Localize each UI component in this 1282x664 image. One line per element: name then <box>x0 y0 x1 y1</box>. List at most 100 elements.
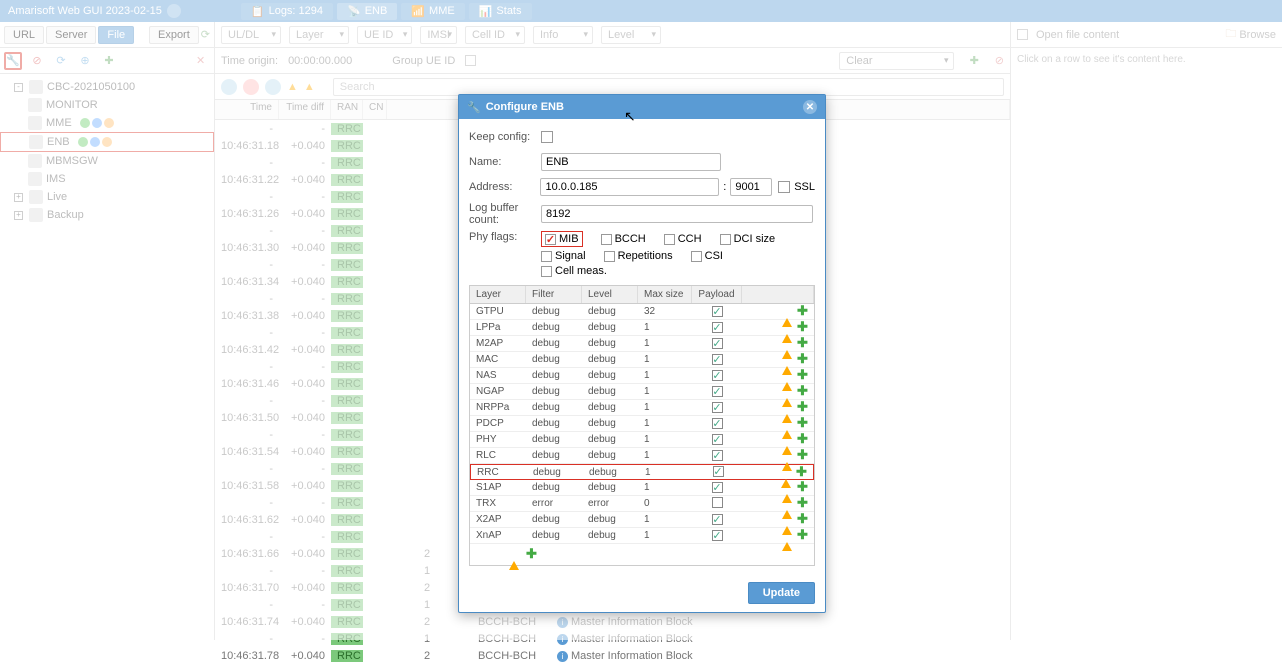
export-button[interactable]: Export <box>149 26 199 44</box>
minus-icon[interactable] <box>767 386 778 397</box>
plus-icon[interactable]: ✚ <box>797 386 808 397</box>
checkbox-icon[interactable] <box>720 234 731 245</box>
stop-icon[interactable]: ⊘ <box>28 52 46 70</box>
ssl-checkbox[interactable] <box>778 181 790 193</box>
payload-checkbox[interactable]: ✓ <box>712 386 723 397</box>
minus-icon[interactable] <box>767 370 778 381</box>
cellid-filter[interactable]: Cell ID <box>465 26 525 44</box>
checkbox-icon[interactable] <box>691 251 702 262</box>
col-ran[interactable]: RAN <box>331 100 363 119</box>
plus-icon[interactable]: ✚ <box>797 498 808 509</box>
header-tab[interactable]: 📶MME <box>401 3 464 20</box>
payload-checkbox[interactable]: ✓ <box>712 402 723 413</box>
warn-icon[interactable] <box>782 498 793 509</box>
warn-icon[interactable] <box>782 434 793 445</box>
edit-icon[interactable] <box>752 418 763 429</box>
plus-icon[interactable]: ✚ <box>797 306 808 317</box>
edit-icon[interactable] <box>752 386 763 397</box>
dialog-close-icon[interactable]: ✕ <box>803 100 817 114</box>
payload-checkbox[interactable]: ✓ <box>712 434 723 445</box>
checkbox-icon[interactable]: ✓ <box>545 234 556 245</box>
add-icon[interactable]: ✚ <box>970 54 979 67</box>
clear-icon[interactable]: ⊘ <box>995 54 1004 67</box>
dialog-header[interactable]: 🔧 Configure ENB ✕ <box>459 95 825 119</box>
expand-icon[interactable]: - <box>14 83 23 92</box>
payload-checkbox[interactable]: ✓ <box>712 370 723 381</box>
warn-icon[interactable] <box>782 354 793 365</box>
info-filter[interactable]: Info <box>533 26 593 44</box>
col-payload[interactable]: Payload <box>692 286 742 303</box>
header-tab[interactable]: 📋Logs: 1294 <box>241 3 333 20</box>
phy-flag-dcisize[interactable]: DCI size <box>720 233 776 245</box>
col-level[interactable]: Level <box>582 286 638 303</box>
warn-icon[interactable] <box>782 530 793 541</box>
payload-checkbox[interactable]: ✓ <box>712 450 723 461</box>
plus-icon[interactable]: ✚ <box>797 482 808 493</box>
col-filter[interactable]: Filter <box>526 286 582 303</box>
plus-icon[interactable]: ✚ <box>797 402 808 413</box>
warn-icon[interactable] <box>782 322 793 333</box>
warn-icon[interactable] <box>782 306 793 317</box>
search-input[interactable]: Search <box>333 78 1004 96</box>
port-input[interactable] <box>730 178 772 196</box>
layer-row[interactable]: XnAPdebugdebug1✓✚ <box>470 528 814 544</box>
minus-icon[interactable] <box>767 402 778 413</box>
expand-icon[interactable]: + <box>14 193 23 202</box>
log-row[interactable]: 10:46:31.749+0.040RRC2BCCH-BCHiMaster In… <box>215 613 1010 630</box>
warn-icon[interactable] <box>782 450 793 461</box>
warn-icon[interactable] <box>782 514 793 525</box>
edit-icon[interactable] <box>752 306 763 317</box>
edit-icon[interactable] <box>752 450 763 461</box>
footer-plus-icon[interactable]: ✚ <box>526 549 537 560</box>
tree-item[interactable]: ENB <box>0 132 214 152</box>
minus-icon[interactable] <box>767 498 778 509</box>
tree-item[interactable]: MONITOR <box>0 96 214 114</box>
checkbox-icon[interactable] <box>664 234 675 245</box>
warn-icon[interactable] <box>782 338 793 349</box>
warn-icon[interactable] <box>782 386 793 397</box>
plus-icon[interactable]: ✚ <box>796 467 807 478</box>
warning-nav-icon[interactable]: ▲ <box>287 81 298 93</box>
layer-row[interactable]: S1APdebugdebug1✓✚ <box>470 480 814 496</box>
layer-row[interactable]: NASdebugdebug1✓✚ <box>470 368 814 384</box>
edit-icon[interactable] <box>752 402 763 413</box>
minus-icon[interactable] <box>767 530 778 541</box>
checkbox-icon[interactable] <box>541 251 552 262</box>
col-max[interactable]: Max size <box>638 286 692 303</box>
warn-icon[interactable] <box>782 418 793 429</box>
minus-icon[interactable] <box>767 450 778 461</box>
layer-row[interactable]: GTPUdebugdebug32✓✚ <box>470 304 814 320</box>
edit-icon[interactable] <box>752 514 763 525</box>
header-tab[interactable]: 📊Stats <box>469 3 532 20</box>
phy-flag-signal[interactable]: Signal <box>541 250 586 262</box>
plus-icon[interactable]: ✚ <box>100 52 118 70</box>
nav-next-icon[interactable] <box>265 79 281 95</box>
footer-edit-icon[interactable] <box>475 549 486 560</box>
payload-checkbox[interactable]: ✓ <box>712 418 723 429</box>
edit-icon[interactable] <box>752 482 763 493</box>
name-input[interactable] <box>541 153 721 171</box>
warning2-nav-icon[interactable]: ▲ <box>304 81 315 93</box>
edit-icon[interactable] <box>751 467 762 478</box>
minus-icon[interactable] <box>767 434 778 445</box>
minus-icon[interactable] <box>766 467 777 478</box>
layer-row[interactable]: PHYdebugdebug1✓✚ <box>470 432 814 448</box>
ueid-filter[interactable]: UE ID <box>357 26 412 44</box>
layer-row[interactable]: NRPPadebugdebug1✓✚ <box>470 400 814 416</box>
header-tab[interactable]: 📡ENB <box>337 3 397 20</box>
nav-first-icon[interactable] <box>221 79 237 95</box>
minus-icon[interactable] <box>767 354 778 365</box>
phy-flag-bcch[interactable]: BCCH <box>601 233 646 245</box>
log-row[interactable]: --RRC1BCCH-BCHiMaster Information Block <box>215 630 1010 647</box>
payload-checkbox[interactable]: ✓ <box>712 306 723 317</box>
checkbox-icon[interactable] <box>604 251 615 262</box>
edit-icon[interactable] <box>752 370 763 381</box>
layer-row[interactable]: MACdebugdebug1✓✚ <box>470 352 814 368</box>
layer-row[interactable]: X2APdebugdebug1✓✚ <box>470 512 814 528</box>
plus-icon[interactable]: ✚ <box>797 338 808 349</box>
payload-checkbox[interactable]: ✓ <box>712 322 723 333</box>
plus-icon[interactable]: ✚ <box>797 322 808 333</box>
tree-item[interactable]: IMS <box>0 170 214 188</box>
tree-item[interactable]: MBMSGW <box>0 152 214 170</box>
clear-combo[interactable]: Clear <box>839 52 953 70</box>
